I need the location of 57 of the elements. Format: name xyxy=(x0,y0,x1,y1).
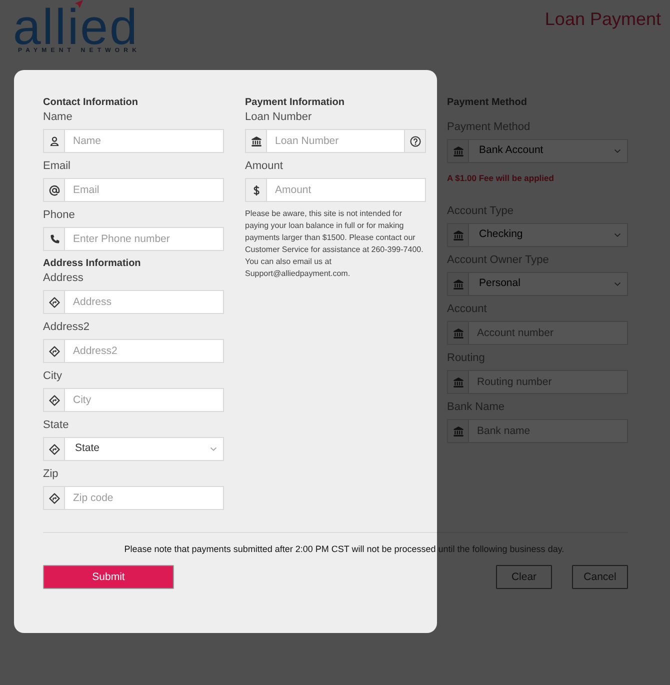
bank-icon xyxy=(447,370,469,394)
cutoff-notice: Please note that payments submitted after 2:00 PM CST will not be processed until the following business day. xyxy=(123,543,566,556)
loan-number-input[interactable]: Loan Number xyxy=(267,129,404,153)
page-title: Loan Payment xyxy=(544,8,661,30)
account-type-select[interactable]: Checking xyxy=(469,223,628,247)
address2-input[interactable]: Address2 xyxy=(65,339,224,363)
fee-notice: A $1.00 Fee will be applied xyxy=(447,172,555,184)
field-label: Phone xyxy=(43,208,76,223)
field-label: Address xyxy=(43,271,84,286)
field-label: Name xyxy=(43,110,74,125)
field-label: City xyxy=(43,369,63,384)
email-input[interactable]: Email xyxy=(65,178,224,202)
field-label: Zip xyxy=(43,467,60,482)
bank-icon xyxy=(447,139,469,163)
field-label: State xyxy=(43,418,70,433)
at-icon xyxy=(43,178,65,202)
bank-icon xyxy=(447,223,469,247)
caret-icon xyxy=(210,447,217,451)
bank-icon xyxy=(447,321,469,345)
bank-icon xyxy=(447,419,469,443)
field-label: Email xyxy=(43,159,72,174)
field-label: Address2 xyxy=(43,320,90,335)
dollar-icon xyxy=(245,178,267,202)
signpost-icon xyxy=(43,388,65,412)
payment-method-select[interactable]: Bank Account xyxy=(469,139,628,163)
signpost-icon xyxy=(43,486,65,510)
zip-input[interactable]: Zip code xyxy=(65,486,224,510)
cancel-button[interactable]: Cancel xyxy=(572,565,628,589)
field-label: Amount xyxy=(245,159,284,174)
phone-icon xyxy=(43,227,65,251)
owner-type-select[interactable]: Personal xyxy=(469,272,628,296)
submit-button[interactable]: Submit xyxy=(43,565,174,589)
section-heading: Contact Information xyxy=(43,96,139,110)
city-input[interactable]: City xyxy=(65,388,224,412)
info-paragraph: Please be aware, this site is not intended for paying your loan balance in full or for making payments larger than $1500. Please contact our Customer Service for assistance at 260-399-7400. You can also email us at Support@alliedpayment.com. xyxy=(245,208,424,280)
clear-button[interactable]: Clear xyxy=(496,565,552,589)
help-icon[interactable] xyxy=(404,129,426,153)
logo-wordmark: allied xyxy=(13,7,140,47)
state-select[interactable]: State xyxy=(65,437,224,461)
section-heading: Address Information xyxy=(43,257,142,271)
address-input[interactable]: Address xyxy=(65,290,224,314)
bank-icon xyxy=(245,129,267,153)
signpost-icon xyxy=(43,339,65,363)
caret-icon xyxy=(614,282,621,286)
section-heading: Payment Information xyxy=(245,96,346,110)
phone-input[interactable]: Enter Phone number xyxy=(65,227,224,251)
amount-input[interactable]: Amount xyxy=(267,178,426,202)
caret-icon xyxy=(614,149,621,153)
caret-icon xyxy=(614,233,621,237)
signpost-icon xyxy=(43,290,65,314)
signpost-icon xyxy=(43,437,65,461)
field-label: Loan Number xyxy=(245,110,313,125)
section-heading: Payment Method xyxy=(447,96,528,110)
logo-arrow-icon xyxy=(75,0,83,8)
name-input[interactable]: Name xyxy=(65,129,224,153)
person-icon xyxy=(43,129,65,153)
bank-icon xyxy=(447,272,469,296)
